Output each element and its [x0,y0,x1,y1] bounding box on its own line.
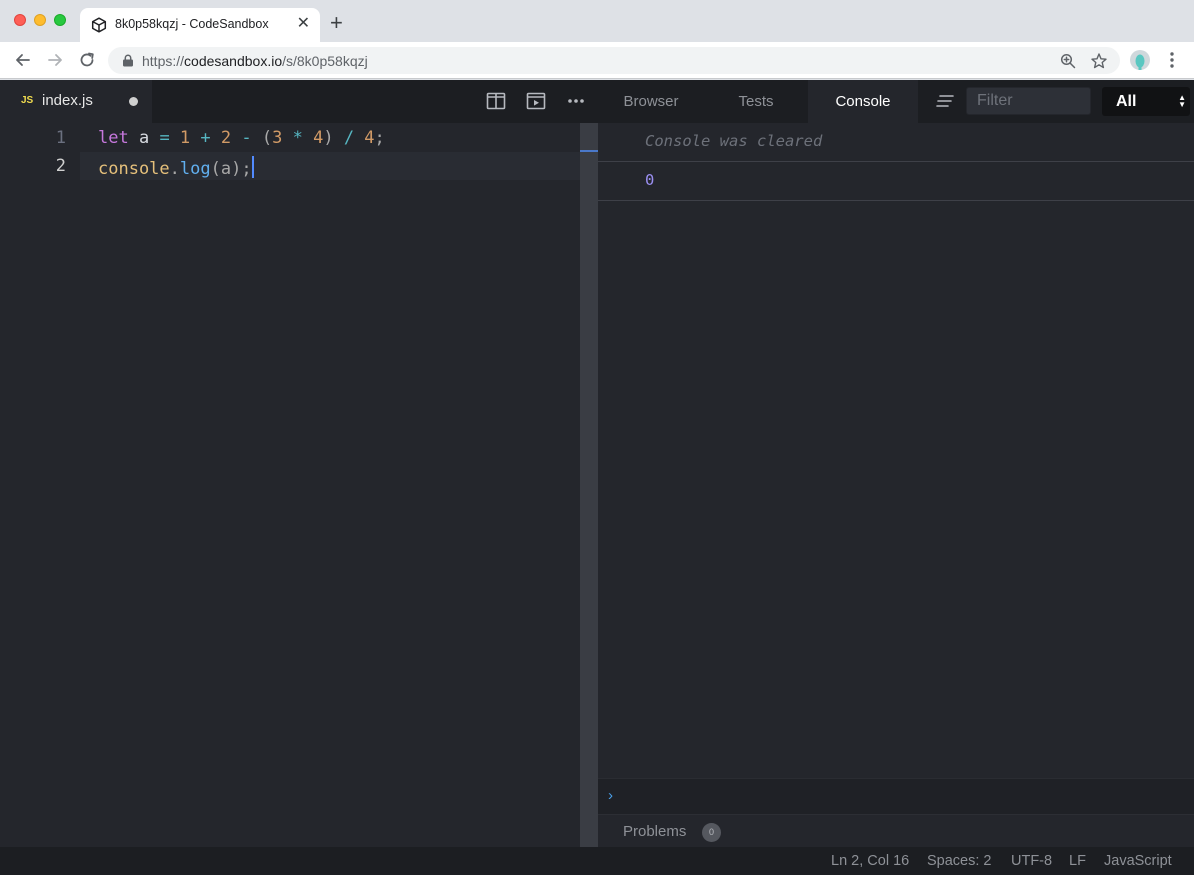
clear-console-icon[interactable] [936,94,954,108]
code-token: / [333,128,365,148]
problems-tab[interactable]: Problems [623,823,686,840]
codesandbox-app: JS index.js 1 2 let a = 1 + 2 - (3 * 4) … [0,80,1194,875]
url-text: https://codesandbox.io/s/8k0p58kqzj [142,53,368,69]
code-line-1[interactable]: let a = 1 + 2 - (3 * 4) / 4; [98,128,385,148]
preview-icon[interactable] [526,92,546,110]
new-tab-button[interactable]: + [330,12,343,34]
avatar-icon [1135,54,1145,70]
browser-tab[interactable]: 8k0p58kqzj - CodeSandbox ✕ [80,8,320,42]
scrollbar-cursor-marker [580,150,598,152]
tab-title: 8k0p58kqzj - CodeSandbox [115,17,269,31]
code-token: 4 [364,128,375,148]
browser-menu-icon[interactable] [1164,51,1180,69]
file-tab-label: index.js [42,92,93,109]
code-token: ( [251,128,273,148]
line-number: 2 [55,156,66,176]
window-zoom-button[interactable] [54,14,66,26]
code-token: a [128,128,160,148]
more-icon[interactable] [566,92,586,110]
encoding-setting[interactable]: UTF-8 [1011,853,1052,869]
codesandbox-cube-icon [91,17,107,33]
editor-header: JS index.js [0,80,598,123]
tab-console[interactable]: Console [808,80,918,123]
code-token: ; [374,128,385,148]
tab-browser[interactable]: Browser [598,80,704,123]
zoom-icon[interactable] [1060,53,1076,69]
url-path: /s/8k0p58kqzj [282,53,368,69]
code-token: = [159,128,170,148]
console-prompt-icon: › [608,787,613,804]
problems-bar: Problems 0 [598,814,1194,847]
console-cleared-text: Console was cleared [645,132,823,150]
code-editor[interactable]: 1 2 let a = 1 + 2 - (3 * 4) / 4; console… [0,123,580,847]
browser-toolbar: https://codesandbox.io/s/8k0p58kqzj [0,42,1194,79]
problems-count-badge: 0 [702,823,721,842]
tab-close-icon[interactable]: ✕ [297,16,310,32]
code-token: 3 [272,128,283,148]
split-view-icon[interactable] [486,92,506,110]
code-token: * [282,128,314,148]
editor-scrollbar[interactable] [580,123,598,847]
window-close-button[interactable] [14,14,26,26]
browser-tabstrip: 8k0p58kqzj - CodeSandbox ✕ + [0,0,1194,42]
code-token: - [241,128,252,148]
code-token: 2 [210,128,242,148]
select-caret-icon: ▲ ▼ [1178,93,1186,109]
unsaved-indicator[interactable] [129,97,138,106]
profile-avatar[interactable] [1130,50,1150,70]
address-bar[interactable]: https://codesandbox.io/s/8k0p58kqzj [108,47,1120,74]
console-message: Console was cleared [598,123,1194,162]
console-output: Console was cleared 0 [598,123,1194,778]
status-bar: Ln 2, Col 16 Spaces: 2 UTF-8 LF JavaScri… [0,847,1194,875]
url-scheme: https:// [142,53,185,69]
console-log-value: 0 [645,171,655,189]
url-host: codesandbox.io [184,53,283,69]
reload-icon[interactable] [77,50,97,70]
tab-tests[interactable]: Tests [704,80,808,123]
line-ending-setting[interactable]: LF [1069,853,1086,869]
text-cursor [251,156,254,178]
cursor-position[interactable]: Ln 2, Col 16 [831,853,909,869]
code-token: + [200,128,211,148]
preview-panel-header: Browser Tests Console Filter All ▲ ▼ [598,80,1194,123]
log-level-value: All [1116,93,1137,110]
code-token: log [179,159,211,179]
code-token: ) [323,128,334,148]
forward-arrow-icon[interactable] [45,50,65,70]
back-arrow-icon[interactable] [13,50,33,70]
js-file-icon: JS [21,95,34,106]
line-number: 1 [55,128,66,148]
language-mode[interactable]: JavaScript [1104,853,1172,869]
code-token: . [169,159,180,179]
console-input[interactable]: › [598,778,1194,814]
code-line-2[interactable]: console.log(a); [98,156,254,179]
code-token: 4 [313,128,324,148]
file-tab-index-js[interactable]: JS index.js [0,80,152,123]
window-minimize-button[interactable] [34,14,46,26]
console-message: 0 [598,162,1194,201]
console-filter-input[interactable]: Filter [966,87,1091,115]
code-token: let [98,128,129,148]
code-token: (a); [210,159,252,179]
lock-icon [123,54,133,67]
code-token: console [98,159,170,179]
log-level-select[interactable]: All ▲ ▼ [1102,87,1190,116]
indentation-setting[interactable]: Spaces: 2 [927,853,992,869]
bookmark-star-icon[interactable] [1090,52,1108,70]
code-token: 1 [169,128,201,148]
